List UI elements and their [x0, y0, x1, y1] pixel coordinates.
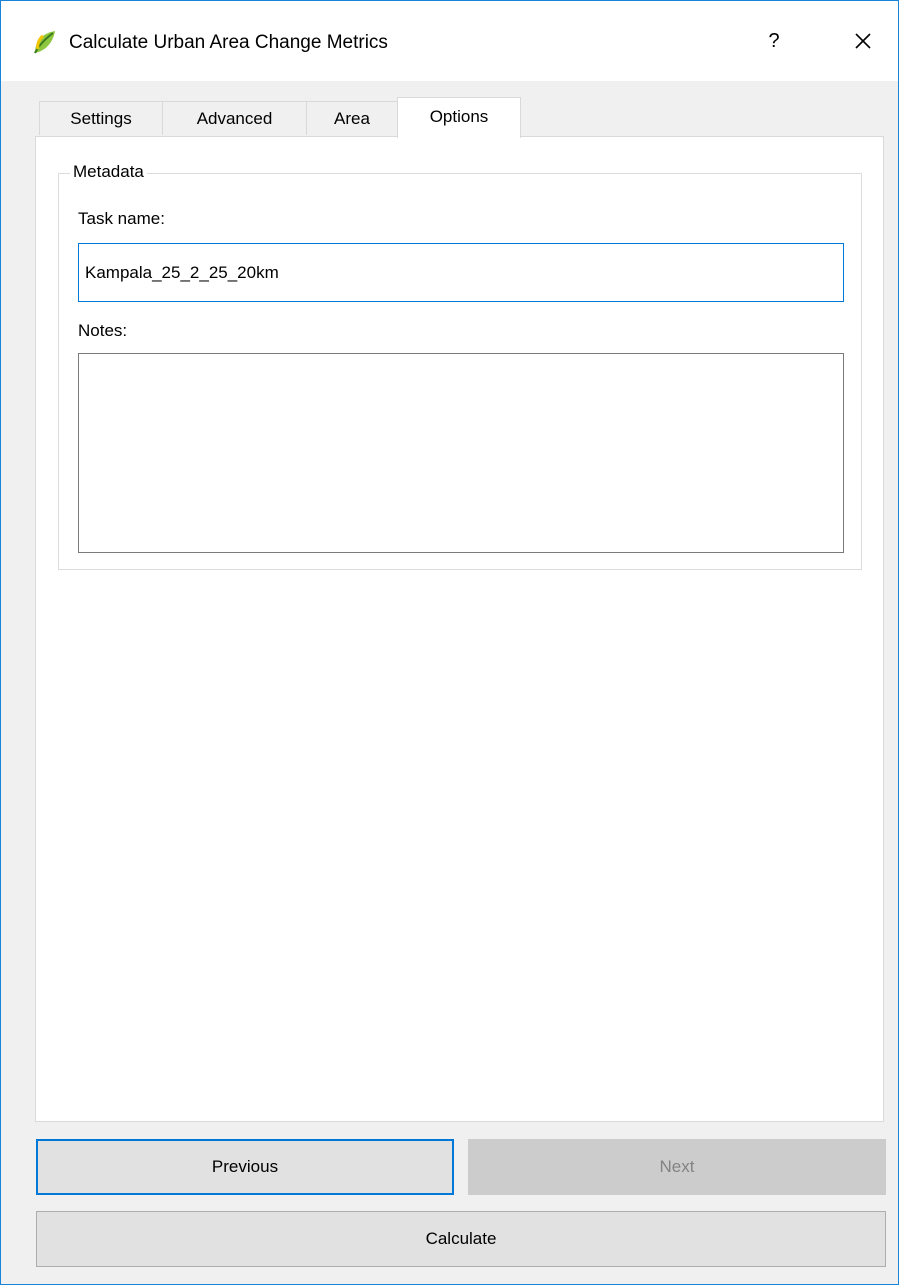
- qgis-icon: [29, 27, 59, 57]
- tab-options[interactable]: Options: [397, 97, 521, 138]
- metadata-group-title: Metadata: [70, 162, 147, 182]
- tab-settings[interactable]: Settings: [39, 101, 163, 135]
- task-name-input[interactable]: [78, 243, 844, 302]
- task-name-label: Task name:: [78, 209, 165, 228]
- title-bar[interactable]: Calculate Urban Area Change Metrics ?: [1, 1, 898, 81]
- help-button[interactable]: ?: [756, 23, 792, 59]
- previous-button[interactable]: Previous: [36, 1139, 454, 1195]
- dialog-title: Calculate Urban Area Change Metrics: [69, 32, 388, 53]
- notes-label: Notes:: [78, 321, 128, 340]
- dialog-window: Calculate Urban Area Change Metrics ? Se…: [0, 0, 899, 1285]
- calculate-button[interactable]: Calculate: [36, 1211, 886, 1267]
- next-button[interactable]: Next: [468, 1139, 886, 1195]
- tab-area[interactable]: Area: [306, 101, 398, 135]
- options-tab-panel: Metadata Task name: Notes:: [35, 136, 884, 1122]
- close-icon[interactable]: [845, 23, 881, 59]
- tab-advanced[interactable]: Advanced: [162, 101, 307, 135]
- notes-textarea[interactable]: [78, 353, 844, 553]
